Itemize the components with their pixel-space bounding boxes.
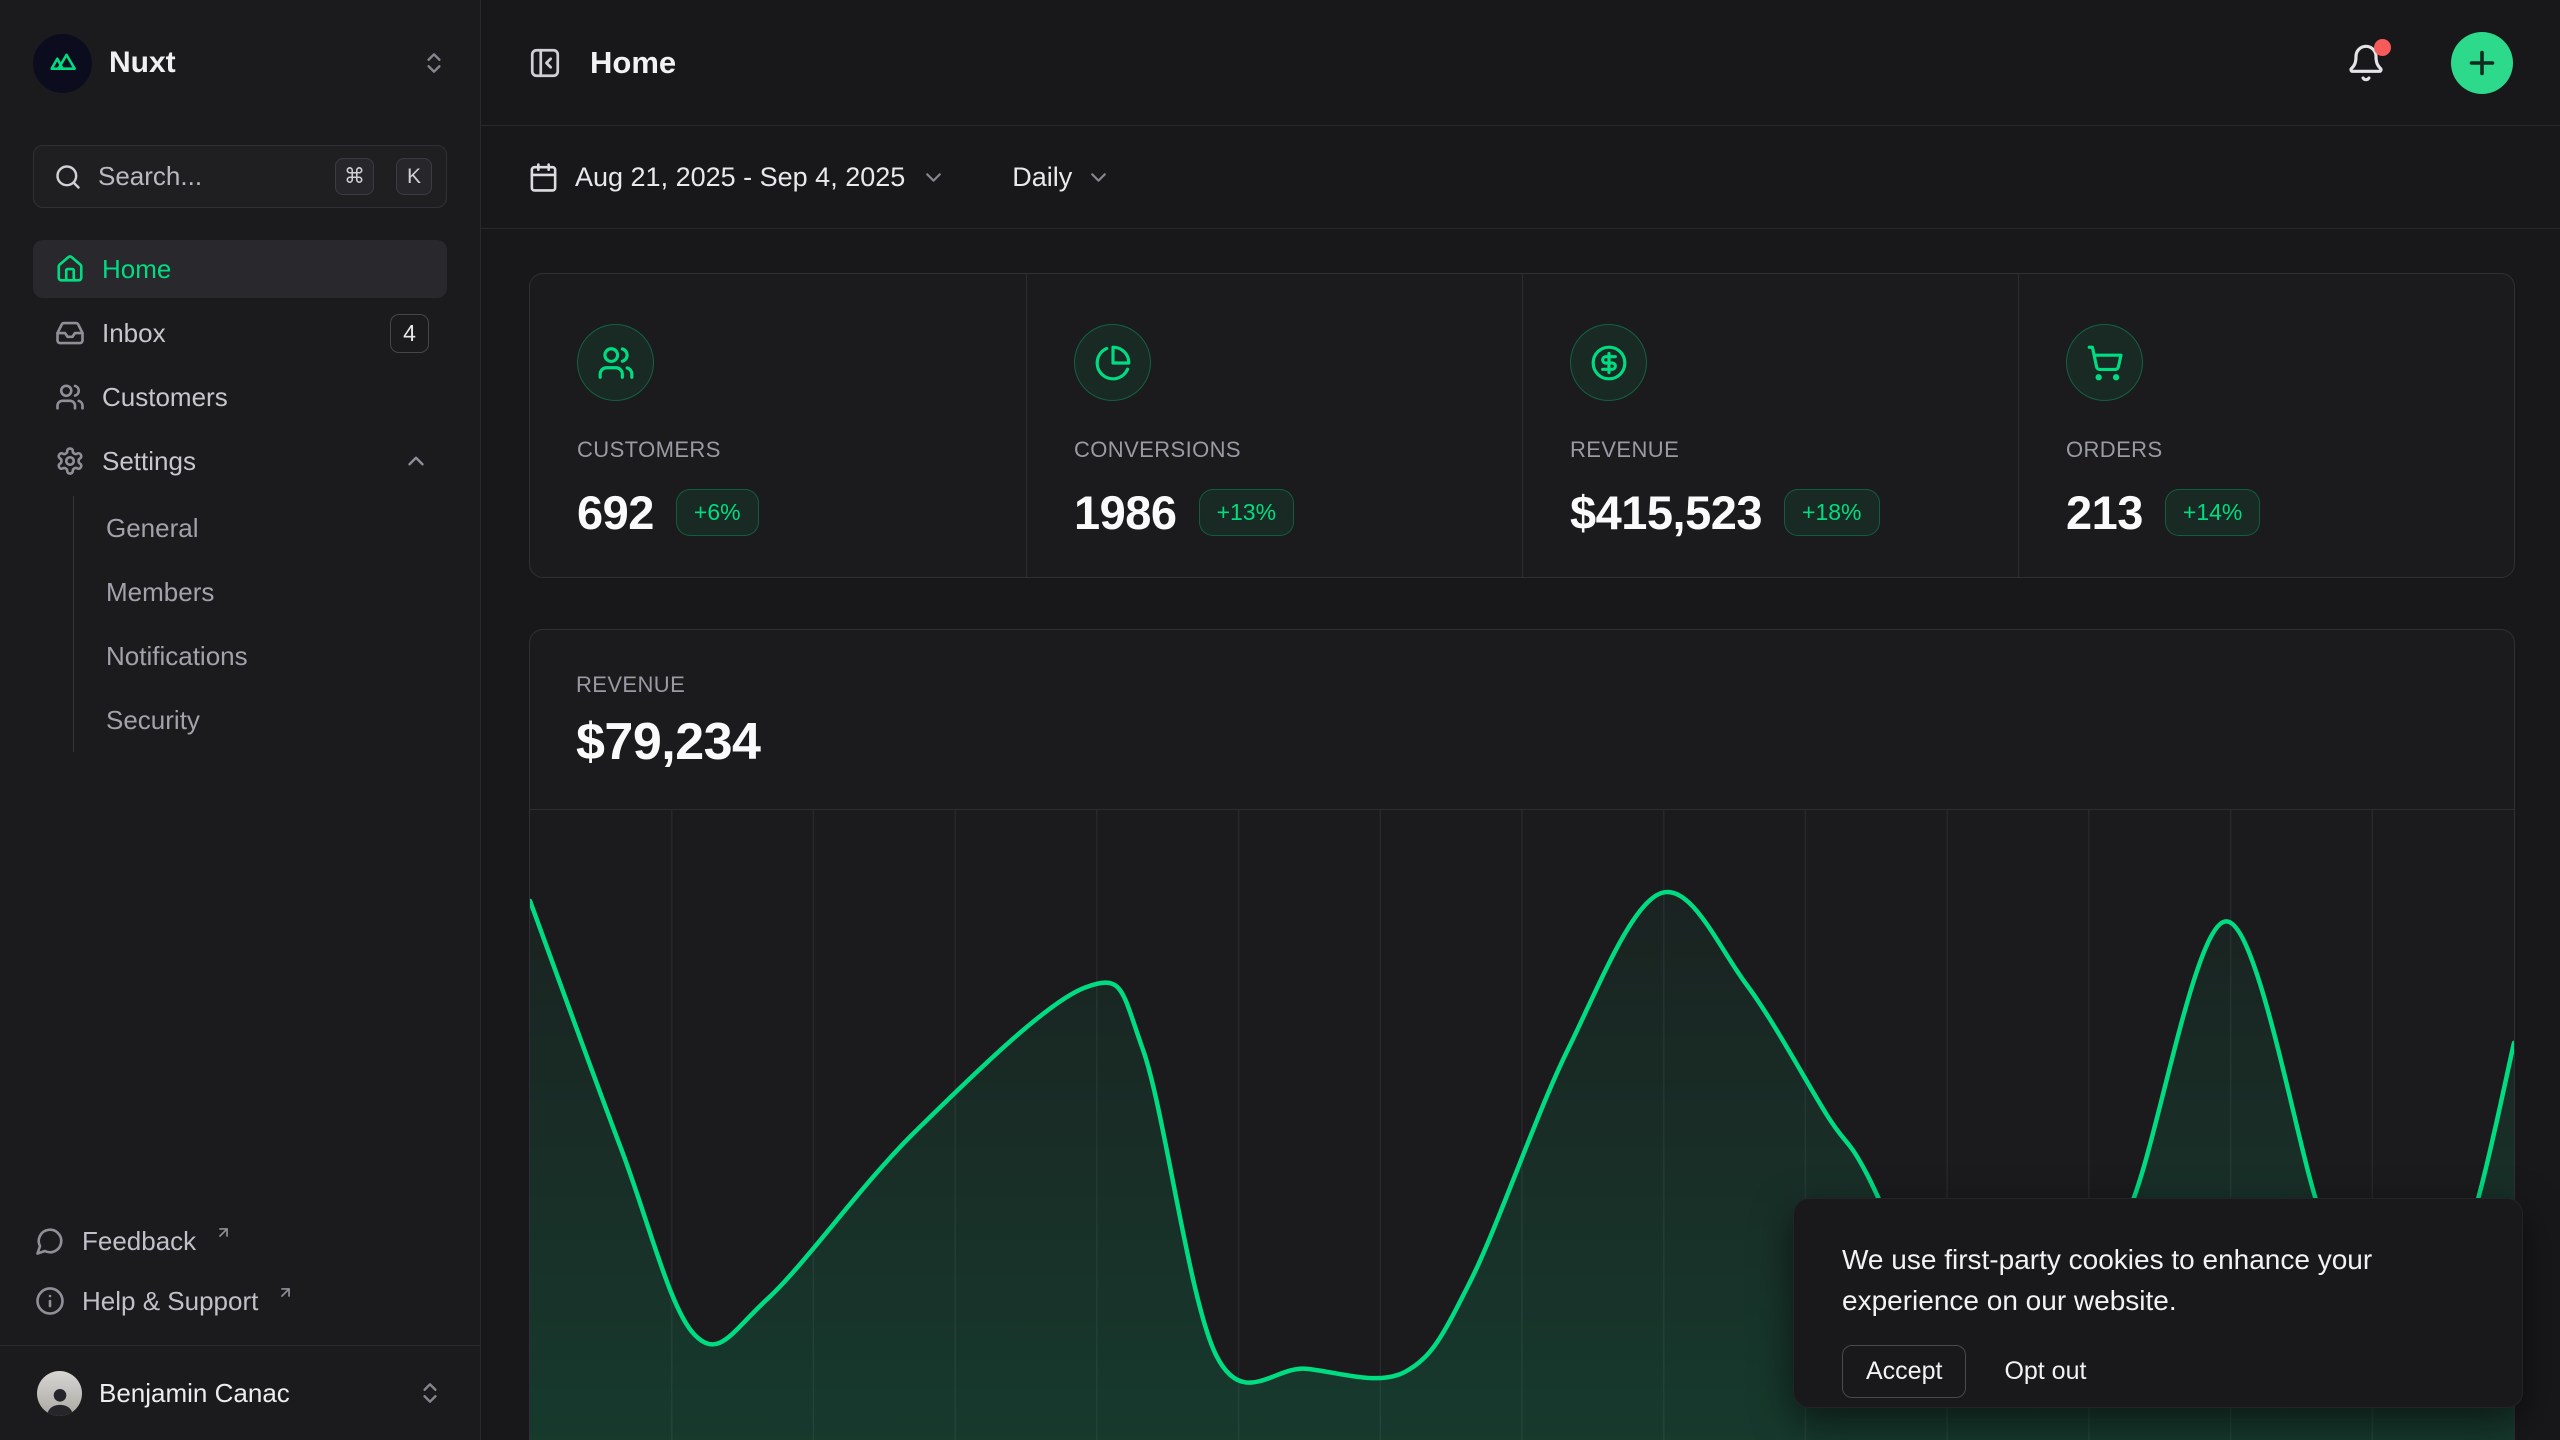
search-input[interactable]: Search... ⌘ K (33, 145, 447, 208)
sidebar-item-label: Home (102, 254, 171, 285)
sidebar-item-settings[interactable]: Settings (33, 432, 447, 490)
feedback-label: Feedback (82, 1226, 196, 1257)
stats-cards: CUSTOMERS 692 +6% CONVERSIONS 1986 +13% (529, 273, 2515, 578)
search-placeholder: Search... (98, 161, 313, 192)
stat-value: 213 (2066, 485, 2143, 540)
dollar-circle-icon (1570, 324, 1647, 401)
page-title: Home (590, 45, 2318, 81)
stat-delta-badge: +14% (2165, 489, 2260, 536)
stat-card-revenue[interactable]: REVENUE $415,523 +18% (1522, 274, 2018, 577)
sidebar-item-security[interactable]: Security (74, 688, 447, 752)
date-range-value: Aug 21, 2025 - Sep 4, 2025 (575, 162, 905, 193)
chevron-down-icon (1086, 165, 1111, 190)
sidebar-item-members[interactable]: Members (74, 560, 447, 624)
nuxt-logo (33, 34, 92, 93)
sidebar-item-notifications[interactable]: Notifications (74, 624, 447, 688)
settings-subnav: General Members Notifications Security (73, 496, 447, 752)
cookie-banner: We use first-party cookies to enhance yo… (1793, 1198, 2523, 1408)
users-icon (577, 324, 654, 401)
sidebar-item-label: Settings (102, 446, 196, 477)
workspace-switcher[interactable]: Nuxt (33, 20, 447, 106)
panel-collapse-button[interactable] (528, 46, 562, 80)
notifications-button[interactable] (2346, 43, 2386, 83)
feedback-link[interactable]: Feedback (33, 1211, 447, 1271)
external-link-icon (277, 1284, 294, 1301)
revenue-label: REVENUE (576, 672, 2468, 698)
stat-value: $415,523 (1570, 485, 1762, 540)
users-icon (55, 382, 85, 412)
granularity-select[interactable]: Daily (1012, 162, 1111, 193)
date-range-picker[interactable]: Aug 21, 2025 - Sep 4, 2025 (528, 162, 946, 193)
granularity-value: Daily (1012, 162, 1072, 193)
inbox-icon (55, 318, 85, 348)
chevrons-up-down-icon (421, 50, 447, 76)
sidebar-item-inbox[interactable]: Inbox 4 (33, 304, 447, 362)
stat-card-conversions[interactable]: CONVERSIONS 1986 +13% (1026, 274, 1522, 577)
sidebar-item-label: Inbox (102, 318, 166, 349)
stat-label: REVENUE (1570, 437, 1978, 463)
stat-card-orders[interactable]: ORDERS 213 +14% (2018, 274, 2514, 577)
avatar (37, 1371, 82, 1416)
chevron-up-icon (403, 448, 429, 474)
plus-icon (2464, 45, 2500, 81)
message-circle-icon (35, 1226, 65, 1256)
stat-label: ORDERS (2066, 437, 2474, 463)
info-icon (35, 1286, 65, 1316)
revenue-chart-header: REVENUE $79,234 (530, 630, 2514, 809)
stat-delta-badge: +6% (676, 489, 759, 536)
stat-card-customers[interactable]: CUSTOMERS 692 +6% (530, 274, 1026, 577)
external-link-icon (215, 1224, 232, 1241)
kbd-meta: ⌘ (335, 158, 374, 195)
chevrons-up-down-icon (417, 1380, 443, 1406)
sidebar-item-customers[interactable]: Customers (33, 368, 447, 426)
pie-chart-icon (1074, 324, 1151, 401)
help-support-label: Help & Support (82, 1286, 258, 1317)
stat-value: 1986 (1074, 485, 1177, 540)
stat-delta-badge: +18% (1784, 489, 1879, 536)
help-support-link[interactable]: Help & Support (33, 1271, 447, 1331)
add-button[interactable] (2451, 32, 2513, 94)
subnav-label: Security (106, 705, 200, 736)
sidebar-item-home[interactable]: Home (33, 240, 447, 298)
unread-dot (2374, 39, 2391, 56)
subnav-label: Members (106, 577, 214, 608)
sidebar-item-label: Customers (102, 382, 228, 413)
cookie-optout-button[interactable]: Opt out (2004, 1357, 2086, 1386)
sidebar: Nuxt Search... ⌘ K Home Inbox 4 (0, 0, 481, 1440)
gear-icon (55, 446, 85, 476)
kbd-k: K (396, 158, 432, 195)
inbox-count-badge: 4 (390, 314, 429, 353)
stat-value: 692 (577, 485, 654, 540)
home-icon (55, 254, 85, 284)
revenue-value: $79,234 (576, 712, 2468, 772)
stat-label: CONVERSIONS (1074, 437, 1482, 463)
cookie-message: We use first-party cookies to enhance yo… (1842, 1239, 2442, 1321)
stat-delta-badge: +13% (1199, 489, 1294, 536)
calendar-icon (528, 162, 559, 193)
cookie-accept-button[interactable]: Accept (1842, 1345, 1966, 1398)
search-icon (54, 163, 82, 191)
stat-label: CUSTOMERS (577, 437, 986, 463)
user-name: Benjamin Canac (99, 1378, 400, 1409)
sidebar-item-general[interactable]: General (74, 496, 447, 560)
user-menu[interactable]: Benjamin Canac (33, 1346, 447, 1440)
subnav-label: Notifications (106, 641, 248, 672)
page-header: Home (481, 0, 2560, 126)
workspace-name: Nuxt (109, 46, 404, 80)
filters-toolbar: Aug 21, 2025 - Sep 4, 2025 Daily (481, 126, 2560, 229)
subnav-label: General (106, 513, 199, 544)
sidebar-nav: Home Inbox 4 Customers Settings Ge (33, 240, 447, 752)
chevron-down-icon (921, 165, 946, 190)
shopping-cart-icon (2066, 324, 2143, 401)
sidebar-spacer (33, 752, 447, 1211)
